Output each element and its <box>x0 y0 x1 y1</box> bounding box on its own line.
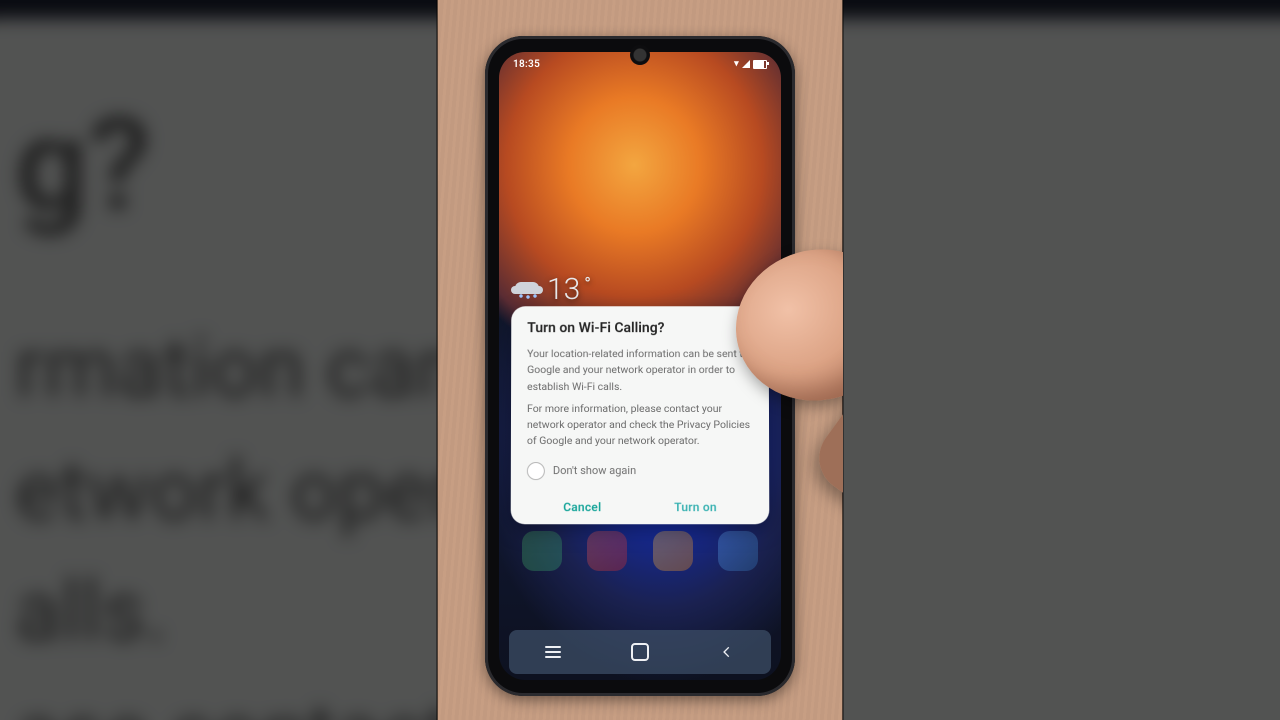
phone-body: 18:35 ▾ 13 ° Turn on Wi-Fi Call <box>485 36 795 696</box>
cancel-button[interactable]: Cancel <box>563 500 601 514</box>
wifi-icon: ▾ <box>734 59 739 69</box>
status-right-cluster: ▾ <box>734 59 767 69</box>
nav-recents-button[interactable] <box>541 640 565 664</box>
signal-icon <box>742 60 750 68</box>
weather-widget[interactable]: 13 ° <box>513 272 591 307</box>
back-icon <box>720 645 734 659</box>
weather-temperature: 13 <box>547 272 580 307</box>
phone-screen: 18:35 ▾ 13 ° Turn on Wi-Fi Call <box>499 52 781 680</box>
checkbox-icon[interactable] <box>527 462 545 480</box>
nav-home-button[interactable] <box>628 640 652 664</box>
weather-degree-symbol: ° <box>584 274 591 295</box>
dont-show-again-option[interactable]: Don't show again <box>527 462 753 480</box>
dialog-paragraph-2: For more information, please contact you… <box>527 401 753 450</box>
recents-icon <box>545 646 561 658</box>
nav-back-button[interactable] <box>715 640 739 664</box>
dont-show-again-label: Don't show again <box>553 464 636 477</box>
photo-center-strip: 18:35 ▾ 13 ° Turn on Wi-Fi Call <box>437 0 843 720</box>
dialog-body: Your location-related information can be… <box>527 346 753 450</box>
status-time: 18:35 <box>513 59 540 70</box>
dialog-actions: Cancel Turn on <box>527 494 753 514</box>
dialog-paragraph-1: Your location-related information can be… <box>527 346 753 395</box>
launcher-row-ghost <box>509 527 771 575</box>
wifi-calling-dialog: Turn on Wi-Fi Calling? Your location-rel… <box>511 306 770 524</box>
turn-on-button[interactable]: Turn on <box>674 500 717 514</box>
battery-icon <box>753 60 767 69</box>
dialog-title: Turn on Wi-Fi Calling? <box>527 320 753 336</box>
rain-cloud-icon <box>513 280 543 300</box>
home-icon <box>631 643 649 661</box>
status-bar: 18:35 ▾ <box>499 55 781 73</box>
navigation-bar <box>509 630 771 674</box>
